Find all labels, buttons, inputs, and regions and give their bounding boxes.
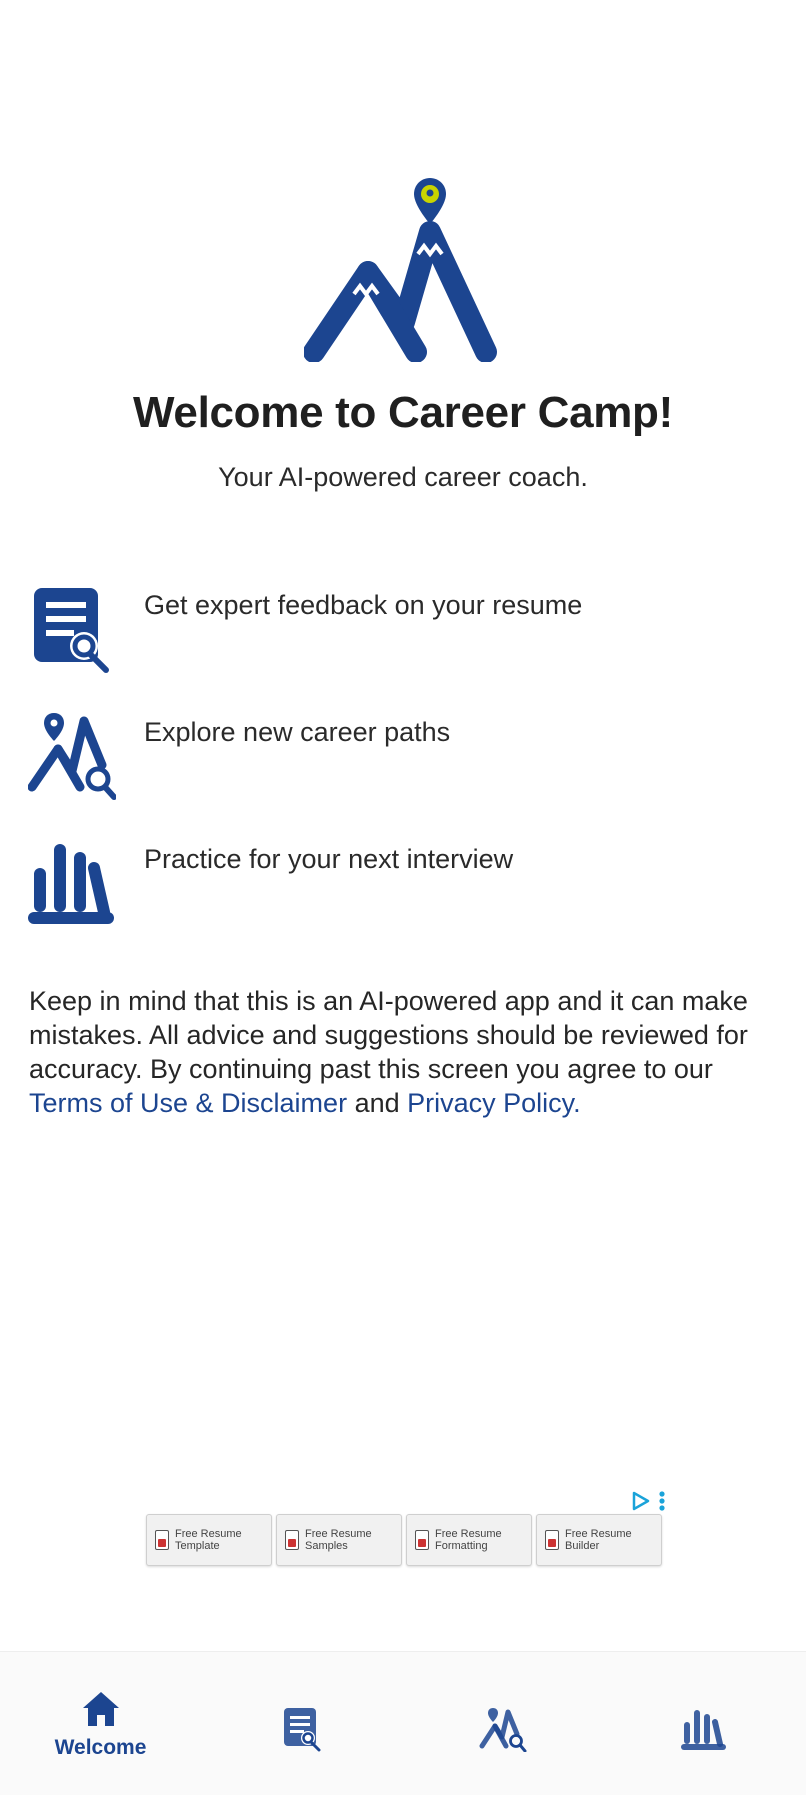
nav-label: Welcome bbox=[54, 1736, 147, 1759]
nav-resume[interactable] bbox=[201, 1652, 402, 1795]
nav-welcome[interactable]: Welcome bbox=[0, 1652, 201, 1795]
nav-career-explore[interactable] bbox=[402, 1652, 603, 1795]
resume-icon bbox=[283, 1708, 320, 1752]
ad-play-icon[interactable] bbox=[630, 1490, 652, 1512]
feature-label: Get expert feedback on your resume bbox=[144, 590, 583, 620]
terms-link[interactable]: Terms of Use & Disclaimer bbox=[29, 1088, 347, 1118]
disclaimer-text: Keep in mind that this is an AI-powered … bbox=[29, 984, 769, 1120]
privacy-link[interactable]: Privacy Policy bbox=[407, 1088, 573, 1118]
home-icon bbox=[82, 1692, 119, 1726]
document-icon bbox=[285, 1530, 299, 1550]
feature-interview: Practice for your next interview bbox=[28, 836, 788, 932]
career-path-search-icon bbox=[28, 713, 116, 800]
ad-banner[interactable]: Free Resume Template Free Resume Samples… bbox=[146, 1490, 666, 1570]
feature-resume: Get expert feedback on your resume bbox=[28, 582, 788, 678]
career-camp-logo bbox=[304, 178, 497, 362]
document-icon bbox=[155, 1530, 169, 1550]
feature-label: Practice for your next interview bbox=[144, 844, 514, 874]
ad-tiles: Free Resume Template Free Resume Samples… bbox=[146, 1514, 662, 1566]
feature-label: Explore new career paths bbox=[144, 717, 451, 747]
feature-career-paths: Explore new career paths bbox=[28, 709, 788, 805]
disclaimer-and: and bbox=[347, 1088, 408, 1118]
page-title: Welcome to Career Camp! bbox=[132, 388, 673, 437]
page-subtitle: Your AI-powered career coach. bbox=[218, 462, 588, 492]
ad-tile[interactable]: Free Resume Builder bbox=[536, 1514, 662, 1566]
document-icon bbox=[415, 1530, 429, 1550]
resume-search-icon bbox=[34, 588, 109, 673]
ad-tile[interactable]: Free Resume Formatting bbox=[406, 1514, 532, 1566]
interview-icon bbox=[680, 1710, 726, 1750]
bottom-navigation: Welcome bbox=[0, 1651, 806, 1795]
disclaimer-body: Keep in mind that this is an AI-powered … bbox=[29, 986, 748, 1084]
disclaimer-end: . bbox=[573, 1088, 581, 1118]
interview-bars-icon bbox=[28, 844, 114, 924]
ad-more-icon[interactable] bbox=[658, 1490, 666, 1512]
ad-tile[interactable]: Free Resume Template bbox=[146, 1514, 272, 1566]
ad-tile[interactable]: Free Resume Samples bbox=[276, 1514, 402, 1566]
document-icon bbox=[545, 1530, 559, 1550]
ad-choices[interactable] bbox=[630, 1490, 666, 1512]
nav-interview[interactable] bbox=[603, 1652, 804, 1795]
career-explore-icon bbox=[479, 1708, 526, 1752]
